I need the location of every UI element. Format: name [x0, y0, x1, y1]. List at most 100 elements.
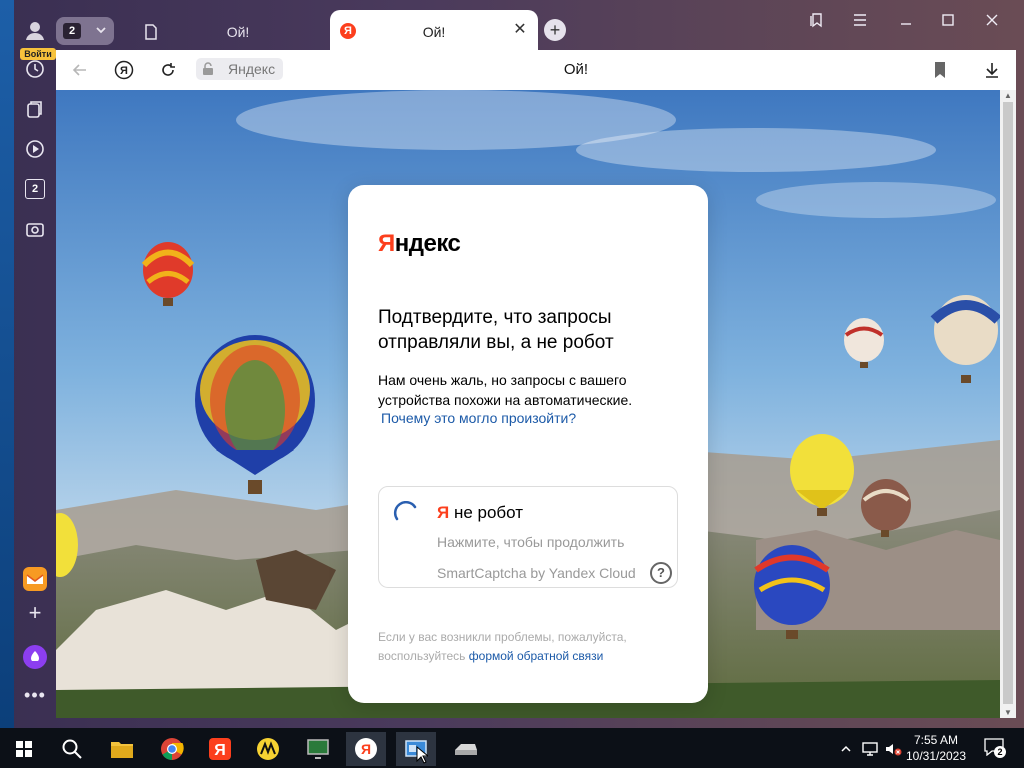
- collections-button[interactable]: [20, 94, 50, 124]
- yandex-logo-first-letter: Я: [378, 230, 395, 257]
- bookmarks-icon: [810, 13, 822, 28]
- downloads-button[interactable]: [980, 58, 1004, 82]
- vertical-scrollbar[interactable]: ▲ ▼: [1000, 90, 1016, 718]
- yandex-home-button[interactable]: Я: [112, 58, 136, 82]
- close-tab-icon[interactable]: ✕: [512, 22, 528, 38]
- market-icon: [257, 738, 279, 760]
- site-security-button[interactable]: [196, 58, 220, 80]
- camera-icon: [26, 223, 44, 237]
- captcha-description: Нам очень жаль, но запросы с вашего устр…: [378, 372, 633, 408]
- page-viewport: Яндекс Подтвердите, что запросы отправля…: [56, 90, 1000, 718]
- minimize-button[interactable]: [892, 10, 920, 30]
- drive-button[interactable]: [446, 732, 486, 766]
- spinner-icon: [393, 501, 417, 521]
- yandex-market-button[interactable]: [248, 732, 288, 766]
- url-domain[interactable]: Яндекс: [220, 58, 284, 80]
- scroll-down-icon[interactable]: ▼: [1003, 708, 1013, 717]
- alice-button[interactable]: [20, 642, 50, 672]
- start-button[interactable]: [4, 732, 44, 766]
- lock-icon: [203, 62, 213, 75]
- search-button[interactable]: [52, 732, 92, 766]
- tab-list-button[interactable]: 2: [56, 17, 114, 45]
- address-bar: Я Яндекс Ой!: [56, 50, 1016, 90]
- network-tray-button[interactable]: [858, 732, 882, 766]
- history-button[interactable]: [20, 54, 50, 84]
- volume-tray-button[interactable]: [882, 732, 904, 766]
- address-page-title[interactable]: Ой!: [356, 61, 796, 78]
- chrome-icon: [161, 738, 184, 760]
- tab-title: Ой!: [226, 24, 250, 40]
- maximize-icon: [942, 14, 954, 26]
- user-icon: [26, 22, 44, 40]
- yandex-favicon-icon: Я: [340, 23, 356, 39]
- file-explorer-button[interactable]: [102, 732, 142, 766]
- search-icon: [62, 739, 82, 759]
- mail-icon: [23, 567, 47, 591]
- more-button[interactable]: •••: [20, 680, 50, 710]
- footnote: Если у вас возникли проблемы, пожалуйста…: [378, 628, 678, 666]
- menu-button[interactable]: [846, 10, 874, 30]
- profile-button[interactable]: Войти: [20, 14, 56, 60]
- browser-window: Войти 2 + ••• 2 Ой! Я Ой! ✕ + Я Яндекс О…: [0, 0, 1024, 728]
- maximize-button[interactable]: [934, 10, 962, 30]
- new-tab-button[interactable]: +: [544, 19, 566, 41]
- back-button[interactable]: [68, 58, 92, 82]
- reload-button[interactable]: [156, 58, 180, 82]
- captcha-brand: SmartCaptcha by Yandex Cloud: [437, 565, 636, 581]
- why-link[interactable]: Почему это могло произойти?: [381, 410, 576, 426]
- play-icon: [26, 140, 44, 158]
- tabs-counter-badge: 2: [25, 179, 45, 199]
- feedback-link[interactable]: формой обратной связи: [469, 649, 604, 663]
- tabs-counter-value: 2: [31, 183, 39, 195]
- svg-text:Я: Я: [120, 65, 128, 77]
- hamburger-icon: [854, 14, 866, 26]
- bookmarks-panel-button[interactable]: [802, 10, 830, 30]
- volume-muted-icon: [886, 744, 902, 756]
- close-window-button[interactable]: [978, 10, 1006, 30]
- tab-strip: 2 Ой! Я Ой! ✕ +: [56, 0, 1024, 52]
- plus-icon: +: [28, 600, 42, 625]
- close-icon: [986, 14, 998, 26]
- chrome-button[interactable]: [152, 732, 192, 766]
- bookmark-button[interactable]: [928, 58, 952, 82]
- captcha-heading: Подтвердите, что запросы отправляли вы, …: [378, 307, 614, 353]
- control-panel-button[interactable]: [396, 732, 436, 766]
- tabs-counter-button[interactable]: 2: [20, 174, 50, 204]
- drive-icon: [455, 744, 477, 755]
- yandex-logo-rest: ндекс: [394, 230, 461, 257]
- notification-count: 2: [994, 746, 1006, 758]
- tab-count: 2: [63, 23, 81, 39]
- captcha-hint: Нажмите, чтобы продолжить: [437, 534, 625, 550]
- scrollbar-thumb[interactable]: [1003, 102, 1013, 704]
- alice-icon: [23, 645, 47, 669]
- yandex-taskbar-button[interactable]: Я: [200, 732, 240, 766]
- download-icon: [986, 63, 998, 78]
- clock-icon: [26, 60, 44, 78]
- desktop-background: [0, 0, 14, 728]
- tab-inactive[interactable]: Ой!: [128, 10, 328, 52]
- minimize-icon: [901, 23, 911, 25]
- svg-text:Я: Я: [361, 741, 371, 757]
- bookmark-icon: [935, 62, 945, 78]
- notifications-button[interactable]: 2: [984, 738, 1006, 758]
- terminal-button[interactable]: [298, 732, 338, 766]
- screenshot-button[interactable]: [20, 214, 50, 244]
- tray-expand-button[interactable]: [834, 732, 858, 766]
- scroll-up-icon[interactable]: ▲: [1003, 91, 1013, 100]
- not-robot-text: не робот: [449, 503, 524, 522]
- help-icon[interactable]: ?: [650, 562, 672, 584]
- svg-text:Я: Я: [214, 742, 226, 759]
- clock[interactable]: 7:55 AM 10/31/2023: [904, 732, 968, 764]
- not-robot-label: Я не робот: [437, 503, 523, 523]
- yandex-icon: Я: [209, 738, 231, 760]
- tab-active[interactable]: Я Ой! ✕: [330, 10, 538, 52]
- media-button[interactable]: [20, 134, 50, 164]
- yandex-logo: Яндекс: [378, 230, 461, 258]
- clock-date: 10/31/2023: [905, 749, 967, 763]
- yandex-browser-taskbar-button[interactable]: Я: [346, 732, 386, 766]
- more-dots-icon: •••: [24, 684, 46, 705]
- add-panel-button[interactable]: +: [20, 598, 50, 628]
- captcha-checkbox-widget[interactable]: Я не робот Нажмите, чтобы продолжить Sma…: [378, 486, 678, 588]
- mail-button[interactable]: [20, 564, 50, 594]
- arrow-left-icon: [72, 64, 86, 76]
